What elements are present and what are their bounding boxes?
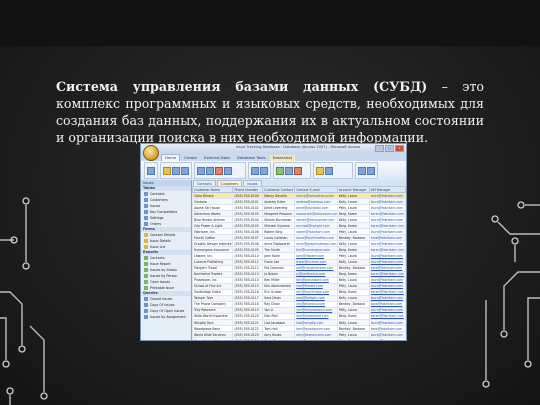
italic-icon[interactable] bbox=[206, 166, 214, 175]
nav-item[interactable]: Issues by Assignment bbox=[141, 314, 191, 320]
table-cell[interactable]: laura@fabrikam.com bbox=[368, 204, 406, 212]
table-cell[interactable]: karen@fabrikam.com bbox=[368, 210, 406, 218]
paste-icon[interactable] bbox=[163, 166, 171, 175]
window-title: Issue Tracking Database : Database (Acce… bbox=[236, 145, 361, 149]
list-icon[interactable] bbox=[251, 166, 259, 175]
customers-datasheet: Customer Name Phone Number Customer Contac… bbox=[191, 186, 406, 340]
table-cell[interactable]: Greg Chapman bbox=[262, 337, 296, 340]
query-icon bbox=[144, 297, 148, 301]
table-cell[interactable]: mpeacock@adventure.com bbox=[294, 210, 338, 218]
report-icon bbox=[144, 280, 148, 284]
query-icon bbox=[144, 303, 148, 307]
align-icon[interactable] bbox=[224, 166, 232, 175]
find-icon[interactable] bbox=[358, 166, 366, 175]
table-icon bbox=[144, 192, 148, 196]
tab-datasheet[interactable]: Datasheet bbox=[269, 155, 296, 161]
table-cell[interactable]: barb@fabrikam.com bbox=[368, 234, 406, 242]
tab-external-data[interactable]: External Data bbox=[201, 155, 233, 161]
tab-home[interactable]: Home bbox=[161, 154, 181, 161]
definition-paragraph: Система управления базами данных (СУБД) … bbox=[56, 78, 484, 146]
table-cell[interactable]: amy@wwservices.com bbox=[294, 331, 338, 339]
table-cell[interactable]: laura@fabrikam.com bbox=[368, 216, 406, 224]
tab-database-tools[interactable]: Database Tools bbox=[234, 155, 269, 161]
close-icon[interactable]: × bbox=[395, 145, 404, 152]
ribbon-tabs: Home Create External Data Database Tools… bbox=[141, 153, 406, 161]
ribbon-group-find bbox=[355, 162, 378, 179]
table-icon bbox=[144, 216, 148, 220]
sort-icon[interactable] bbox=[325, 166, 333, 175]
ribbon-group-font bbox=[194, 162, 246, 179]
query-icon bbox=[144, 309, 148, 313]
table-cell[interactable]: laura@fabrikam.com bbox=[368, 318, 406, 327]
ribbon-group-records bbox=[273, 162, 311, 179]
ribbon-group-clipboard bbox=[160, 162, 192, 179]
table-cell[interactable]: barb@fabrikam.com bbox=[368, 325, 406, 333]
copy-icon[interactable] bbox=[181, 166, 189, 175]
table-icon bbox=[144, 210, 148, 214]
table-icon bbox=[144, 222, 148, 226]
replace-icon[interactable] bbox=[367, 166, 375, 175]
indent-icon[interactable] bbox=[260, 166, 268, 175]
font-color-icon[interactable] bbox=[215, 166, 223, 175]
table-cell[interactable]: steven@blueyonder.com bbox=[294, 216, 338, 224]
table-cell[interactable]: (555) 555-0124 bbox=[232, 337, 264, 340]
access-screenshot: Issue Tracking Database : Database (Acce… bbox=[140, 143, 407, 341]
term-bold: Система управления базами данных (СУБД) bbox=[56, 79, 428, 94]
window-titlebar: Issue Tracking Database : Database (Acce… bbox=[141, 144, 406, 161]
doc-tab-contacts[interactable]: Contacts bbox=[193, 180, 216, 186]
form-icon bbox=[144, 239, 148, 243]
ribbon-group-views bbox=[144, 162, 158, 179]
office-button-icon[interactable] bbox=[143, 145, 159, 161]
report-icon bbox=[144, 274, 148, 278]
new-record-icon[interactable] bbox=[276, 166, 284, 175]
table-cell[interactable]: laura@fabrikam.com bbox=[368, 331, 406, 339]
table-row[interactable]: Consolidated Messenger (555) 555-0124 Greg… bbox=[191, 337, 406, 340]
table-icon bbox=[144, 204, 148, 208]
delete-record-icon[interactable] bbox=[294, 166, 302, 175]
cut-icon[interactable] bbox=[172, 166, 180, 175]
filter-icon[interactable] bbox=[316, 166, 324, 175]
query-icon bbox=[144, 315, 148, 319]
table-cell[interactable]: laura@fourthcoffee.com bbox=[294, 234, 338, 242]
table-cell[interactable]: nancy@cohowinery.com bbox=[294, 191, 338, 200]
table-cell[interactable]: Berg, Karen bbox=[336, 337, 370, 340]
navigation-pane: Issues Tables Contacts Customers Issues … bbox=[141, 180, 192, 340]
ribbon-group-sort-filter bbox=[313, 162, 353, 179]
table-icon bbox=[144, 198, 148, 202]
form-icon bbox=[144, 233, 148, 237]
report-icon bbox=[144, 268, 148, 272]
report-icon bbox=[144, 286, 148, 290]
view-icon[interactable] bbox=[147, 166, 155, 175]
bold-icon[interactable] bbox=[197, 166, 205, 175]
report-icon bbox=[144, 256, 148, 260]
doc-tab-customers[interactable]: Customers bbox=[216, 180, 243, 186]
table-body: Coho Winery (555) 555-0100 Nancy Davolio na… bbox=[191, 191, 406, 340]
datasheet-area: Contacts Customers Issues Customer Name P… bbox=[191, 180, 406, 340]
ribbon-group-rich-text bbox=[248, 162, 271, 179]
table-cell[interactable]: laura@fabrikam.com bbox=[368, 198, 406, 206]
table-cell[interactable]: karen@fabrikam.com bbox=[368, 222, 406, 230]
table-cell[interactable]: laura@fabrikam.com bbox=[368, 191, 406, 200]
report-icon bbox=[144, 262, 148, 266]
table-cell[interactable]: Consolidated Messenger bbox=[191, 337, 234, 340]
form-icon bbox=[144, 245, 148, 249]
table-cell[interactable]: karen@fabrikam.com bbox=[368, 337, 406, 340]
window-controls: – □ × bbox=[375, 145, 404, 152]
maximize-icon[interactable]: □ bbox=[385, 145, 394, 152]
ribbon bbox=[141, 161, 406, 182]
table-cell[interactable]: laura@fabrikam.com bbox=[368, 228, 406, 236]
table-cell[interactable]: greg@consolidated.com bbox=[294, 337, 338, 340]
save-record-icon[interactable] bbox=[285, 166, 293, 175]
minimize-icon[interactable]: – bbox=[375, 145, 384, 152]
doc-tab-issues[interactable]: Issues bbox=[243, 180, 262, 186]
tab-create[interactable]: Create bbox=[181, 155, 200, 161]
